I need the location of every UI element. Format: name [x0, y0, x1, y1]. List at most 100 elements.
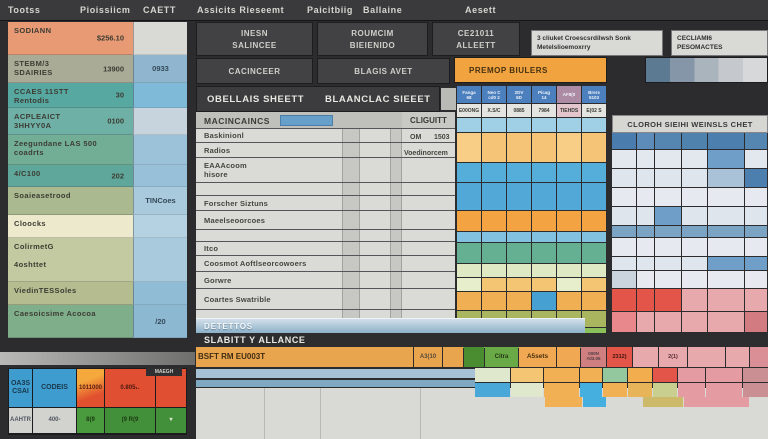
column-subheader-cell[interactable]: E00ONG	[457, 104, 481, 117]
grid-cell[interactable]	[557, 243, 581, 263]
grid-cell[interactable]	[482, 163, 506, 182]
grid-cell[interactable]	[708, 207, 744, 225]
column-subheader-cell[interactable]: 7984	[532, 104, 556, 117]
grid-cell[interactable]	[582, 232, 606, 242]
grid-cell[interactable]	[682, 289, 707, 311]
grid-cell[interactable]	[708, 289, 744, 311]
sidebar-row[interactable]: Cloocks	[8, 215, 187, 238]
grid-cell[interactable]	[682, 150, 707, 168]
sidebar-row-subcell[interactable]: /20	[133, 305, 187, 338]
grid-cell[interactable]	[633, 347, 658, 367]
info-box-crossmatch[interactable]: 3 cliuket Croescsrdilwsh Sonk Metelslioe…	[531, 30, 663, 56]
grid-cell[interactable]	[482, 118, 506, 132]
grid-cell[interactable]	[637, 226, 654, 237]
grid-cell[interactable]	[464, 347, 484, 367]
grid-cell[interactable]	[706, 383, 742, 397]
grid-cell[interactable]	[507, 183, 531, 210]
worksheet-row[interactable]	[196, 230, 455, 242]
grid-cell[interactable]	[532, 163, 556, 182]
grid-cell[interactable]	[532, 292, 556, 310]
grid-cell[interactable]	[637, 289, 654, 311]
sidebar-row-subcell[interactable]	[133, 215, 187, 238]
grid-cell[interactable]	[544, 383, 579, 397]
sidebar-row[interactable]: ACPLEAICT 3HHYY0A 0100	[8, 108, 187, 135]
grid-cell[interactable]	[678, 368, 705, 382]
grid-cell[interactable]	[507, 232, 531, 242]
grid-cell[interactable]	[682, 271, 707, 288]
grid-cell[interactable]	[457, 163, 481, 182]
scroll-gradient-bar[interactable]	[0, 352, 195, 365]
grid-cell[interactable]	[612, 289, 636, 311]
grid-cell[interactable]	[708, 188, 744, 206]
grid-cell[interactable]	[457, 118, 481, 132]
grid-cell[interactable]	[655, 150, 681, 168]
grid-cell[interactable]	[457, 211, 481, 231]
grid-cell[interactable]	[655, 289, 681, 311]
grid-cell[interactable]	[745, 226, 767, 237]
grid-cell[interactable]	[655, 226, 681, 237]
grid-cell[interactable]	[708, 238, 744, 256]
worksheet-row[interactable]: Gorwre	[196, 272, 455, 289]
grid-cell[interactable]	[637, 257, 654, 270]
grid-cell[interactable]	[612, 133, 636, 149]
grid-cell[interactable]: 8(9	[77, 408, 104, 433]
sidebar-row-subcell[interactable]	[133, 83, 187, 108]
grid-cell[interactable]	[507, 163, 531, 182]
menu-item-asset[interactable]: Aesett	[465, 5, 496, 15]
column-header-cell[interactable]: 2DV 6D	[507, 86, 531, 103]
grid-cell[interactable]	[475, 368, 510, 382]
grid-cell[interactable]	[532, 232, 556, 242]
grid-cell[interactable]	[682, 238, 707, 256]
grid-cell[interactable]	[682, 226, 707, 237]
grid-cell[interactable]	[655, 188, 681, 206]
grid-cell[interactable]	[745, 188, 767, 206]
grid-cell[interactable]	[653, 368, 677, 382]
grid-cell[interactable]	[443, 347, 463, 367]
grid-cell[interactable]	[582, 278, 606, 291]
sidebar-row[interactable]: Zeegundane LAS 500 coadrts	[8, 135, 187, 165]
grid-cell[interactable]	[582, 311, 606, 327]
grid-cell[interactable]	[655, 271, 681, 288]
worksheet-row[interactable]: Itco	[196, 242, 455, 256]
sidebar-row-subcell[interactable]: 0933	[133, 55, 187, 83]
grid-cell[interactable]	[457, 133, 481, 162]
grid-cell[interactable]	[475, 383, 510, 397]
column-subheader-cell[interactable]: TIEHDS	[557, 104, 581, 117]
header-panel-credit[interactable]: CE21011 ALLEETT	[432, 22, 520, 56]
grid-cell[interactable]	[482, 183, 506, 210]
header-panel-roumcim[interactable]: ROUMCIM BIEIENIDO	[317, 22, 428, 56]
grid-cell[interactable]	[745, 257, 767, 270]
grid-cell[interactable]	[612, 150, 636, 168]
grid-cell[interactable]	[532, 243, 556, 263]
grid-cell[interactable]	[612, 312, 636, 332]
grid-cell[interactable]	[582, 118, 606, 132]
grid-cell[interactable]	[678, 383, 705, 397]
corner-cell[interactable]	[441, 88, 456, 110]
grid-cell[interactable]	[557, 183, 581, 210]
menu-item-assets-present[interactable]: Assicits Rieseemt	[197, 5, 284, 15]
grid-cell[interactable]	[745, 312, 767, 332]
grid-cell[interactable]	[603, 383, 627, 397]
grid-cell[interactable]	[653, 383, 677, 397]
grid-cell[interactable]	[750, 347, 768, 367]
worksheet-row[interactable]: Coartes Swatrible	[196, 289, 455, 310]
grid-cell[interactable]	[688, 347, 725, 367]
grid-cell[interactable]: CODEIS	[33, 369, 76, 407]
sidebar-row[interactable]: SODIANN $256.10	[8, 22, 187, 55]
grid-cell[interactable]	[745, 207, 767, 225]
grid-cell[interactable]	[545, 397, 582, 407]
column-subheader-cell[interactable]: 0885	[507, 104, 531, 117]
grid-cell[interactable]	[612, 271, 636, 288]
grid-cell[interactable]	[482, 292, 506, 310]
grid-cell[interactable]	[612, 207, 636, 225]
grid-cell[interactable]	[655, 257, 681, 270]
grid-cell[interactable]	[655, 312, 681, 332]
menu-item-position[interactable]: Pioissiicm	[80, 5, 131, 15]
grid-cell[interactable]: AAHTR	[9, 408, 32, 433]
grid-cell[interactable]	[612, 257, 636, 270]
column-header-cell[interactable]: Brers 5103	[582, 86, 606, 103]
grid-cell[interactable]	[457, 232, 481, 242]
grid-cell[interactable]	[582, 292, 606, 310]
grid-cell[interactable]	[708, 271, 744, 288]
grid-cell[interactable]	[637, 207, 654, 225]
